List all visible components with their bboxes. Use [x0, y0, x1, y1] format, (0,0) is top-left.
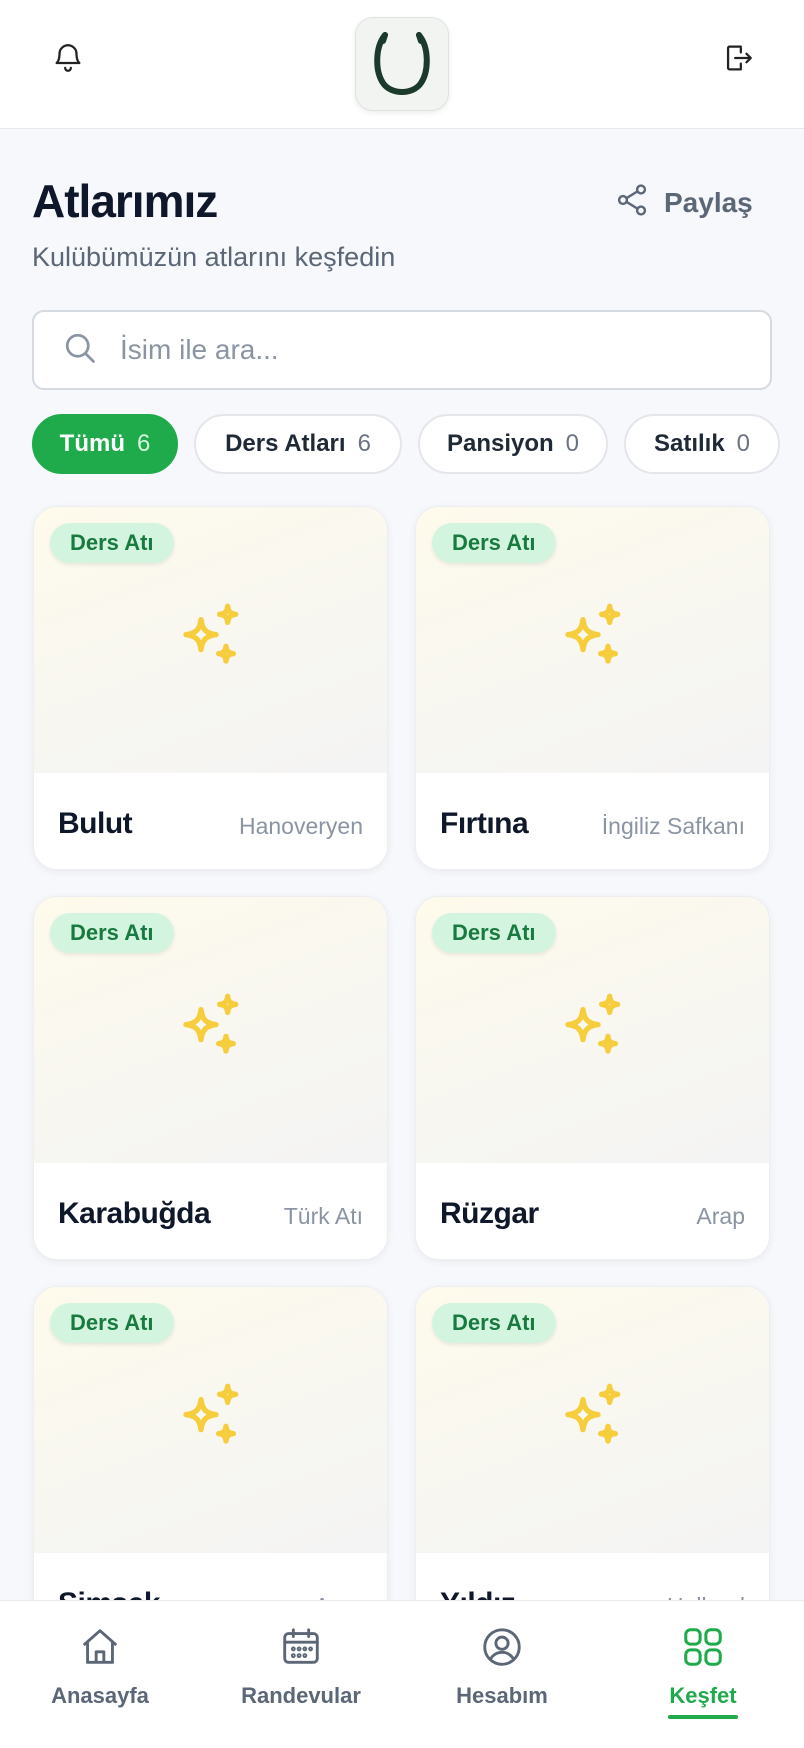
search-input[interactable] — [120, 334, 740, 366]
app-header — [0, 0, 804, 129]
horse-breed: Arap — [696, 1203, 745, 1229]
nav-label: Randevular — [241, 1683, 361, 1708]
filter-chip-all[interactable]: Tümü 6 — [32, 414, 178, 474]
horse-card-firtina[interactable]: Ders Atı Fırtına İngiliz Safkanı — [415, 506, 770, 870]
share-label: Paylaş — [664, 187, 753, 218]
page-subtitle: Kulübümüzün atlarını keşfedin — [32, 242, 396, 272]
category-badge: Ders Atı — [50, 1303, 174, 1343]
sparkles-icon — [171, 598, 251, 683]
calendar-icon — [277, 1623, 325, 1671]
horse-breed: Hanoveryen — [238, 813, 363, 839]
horse-breed: Türk Atı — [283, 1203, 363, 1229]
category-badge: Ders Atı — [432, 1303, 556, 1343]
filter-chip-count: 0 — [565, 430, 580, 457]
horse-card-bulut[interactable]: Ders Atı Bulut Hanoveryen — [33, 506, 388, 870]
horse-name: Rüzgar — [440, 1197, 539, 1230]
horse-card-ruzgar[interactable]: Ders Atı Rüzgar Arap — [415, 896, 770, 1260]
horse-card-yildiz[interactable]: Ders Atı Yıldız Holland — [415, 1286, 770, 1650]
category-badge: Ders Atı — [432, 523, 556, 563]
nav-item-account[interactable]: Hesabım — [402, 1623, 602, 1733]
nav-item-explore[interactable]: Keşfet — [603, 1623, 803, 1733]
sparkles-icon — [171, 1378, 251, 1463]
nav-label: Anasayfa — [51, 1683, 149, 1708]
filter-chip-label: Tümü — [59, 430, 125, 457]
nav-label: Hesabım — [456, 1683, 548, 1708]
filter-chip-lesson-horses[interactable]: Ders Atları 6 — [194, 414, 402, 474]
filter-chip-count: 0 — [736, 430, 751, 457]
nav-item-home[interactable]: Anasayfa — [0, 1623, 200, 1733]
horse-image-placeholder: Ders Atı — [34, 897, 387, 1163]
bottom-nav: Anasayfa Randevular Hesabım Keşfet — [0, 1600, 804, 1748]
horse-image-placeholder: Ders Atı — [416, 507, 769, 773]
filter-chip-label: Pansiyon — [446, 430, 554, 457]
nav-item-appointments[interactable]: Randevular — [201, 1623, 401, 1733]
horse-breed: İngiliz Safkanı — [601, 813, 745, 839]
horse-image-placeholder: Ders Atı — [34, 507, 387, 773]
category-badge: Ders Atı — [50, 523, 174, 563]
nav-label: Keşfet — [669, 1683, 737, 1708]
horse-image-placeholder: Ders Atı — [416, 897, 769, 1163]
filter-chip-label: Ders Atları — [225, 430, 346, 457]
bell-icon[interactable] — [46, 36, 90, 80]
logout-icon[interactable] — [716, 36, 760, 80]
horse-image-placeholder: Ders Atı — [416, 1287, 769, 1553]
share-button[interactable]: Paylaş — [614, 183, 753, 223]
filter-chips: Tümü 6 Ders Atları 6 Pansiyon 0 Satılık … — [32, 414, 804, 474]
sparkles-icon — [553, 598, 633, 683]
category-badge: Ders Atı — [432, 913, 556, 953]
category-badge: Ders Atı — [50, 913, 174, 953]
filter-chip-count: 6 — [357, 430, 371, 457]
filter-chip-count: 6 — [136, 430, 151, 457]
horse-image-placeholder: Ders Atı — [34, 1287, 387, 1553]
filter-chip-for-sale[interactable]: Satılık 0 — [624, 414, 780, 474]
page-title: Atlarımız — [32, 175, 218, 227]
active-indicator — [668, 1715, 738, 1719]
sparkles-icon — [553, 1378, 633, 1463]
search-icon — [62, 330, 98, 371]
horseshoe-logo-icon — [355, 17, 449, 111]
horse-name: Karabuğda — [58, 1197, 211, 1230]
horse-card-simsek[interactable]: Ders Atı Şimşek Arap — [33, 1286, 388, 1650]
horse-card-karabugda[interactable]: Ders Atı Karabuğda Türk Atı — [33, 896, 388, 1260]
sparkles-icon — [171, 988, 251, 1073]
home-icon — [76, 1623, 124, 1671]
share-icon — [614, 182, 650, 225]
user-circle-icon — [478, 1623, 526, 1671]
horse-name: Fırtına — [440, 807, 529, 840]
grid-icon — [679, 1623, 727, 1671]
horse-name: Bulut — [58, 807, 133, 840]
search-box — [32, 310, 772, 390]
filter-chip-label: Satılık — [653, 430, 725, 457]
sparkles-icon — [553, 988, 633, 1073]
filter-chip-boarding[interactable]: Pansiyon 0 — [418, 414, 608, 474]
